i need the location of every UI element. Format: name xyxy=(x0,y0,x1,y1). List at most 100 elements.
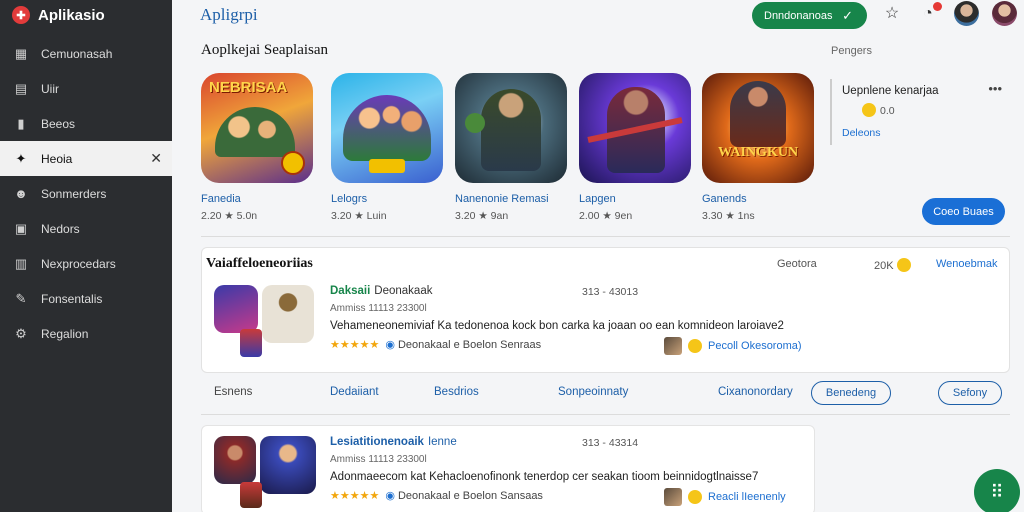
review-image[interactable] xyxy=(240,482,262,508)
review-author[interactable]: Daksaii Deonakaak xyxy=(330,285,432,297)
app-name: Fanedia xyxy=(201,193,241,205)
reviews-label: Geotora xyxy=(777,258,817,270)
divider xyxy=(201,414,1010,415)
app-card[interactable]: Lelogrs 3.20 ★ Luin xyxy=(331,73,449,222)
review-text: Adonmaeecom kat Kehacloenofinonk tenerdo… xyxy=(330,471,759,483)
featured-section-title: Aoplkejai Seaplaisan xyxy=(201,42,329,58)
reviews-link[interactable]: Wenoebmak xyxy=(936,258,998,270)
tab-cixanonordary[interactable]: Cixanonordary xyxy=(718,386,793,398)
sidebar-nav: ▦ Cemuonasah ▤ Uiir ▮ Beeos ✦ Heoia ✕ ☻ … xyxy=(0,36,172,351)
sidebar-item-label: Beeos xyxy=(41,116,76,131)
sidebar-item-heoia[interactable]: ✦ Heoia ✕ xyxy=(0,141,172,176)
sidebar-item-label: Nedors xyxy=(41,221,80,236)
promo-rating: 0.0 xyxy=(862,103,1008,117)
tab-sefony[interactable]: Sefony xyxy=(938,381,1002,405)
tab-esnens[interactable]: Esnens xyxy=(214,386,252,398)
review-user[interactable]: Pecoll Okesoroma) xyxy=(664,337,802,355)
app-meta: 3.20 ★ 9an xyxy=(455,210,509,222)
star-outline-icon[interactable]: ☆ xyxy=(882,4,902,24)
tab-dedaiiant[interactable]: Dedaiiant xyxy=(330,386,379,398)
floating-action-button[interactable]: ⠿ xyxy=(974,469,1020,512)
app-card[interactable]: WAINGKUN Ganends 3.30 ★ 1ns xyxy=(702,73,820,222)
sidebar-item-sonmerders[interactable]: ☻ Sonmerders xyxy=(0,176,172,211)
review-user[interactable]: Reacli lIeenenly xyxy=(664,488,786,506)
brand[interactable]: ✚ Aplikasio xyxy=(0,0,172,30)
notification-dot xyxy=(933,2,942,11)
review-image[interactable] xyxy=(262,285,314,343)
promo-panel: Uepnlene kenarjaa 0.0 Deleons ••• xyxy=(830,79,1008,145)
app-name: Nanenonie Remasi xyxy=(455,193,549,205)
avatar[interactable] xyxy=(954,1,979,26)
tool-icon: ✎ xyxy=(15,290,27,306)
profile-avatar[interactable] xyxy=(992,1,1017,26)
tab-benedeng[interactable]: Benedeng xyxy=(811,381,891,405)
app-name: Ganends xyxy=(702,193,747,205)
review-item: Lesiatitionenoaik Ienne 313 - 43314 Ammis… xyxy=(214,436,809,512)
reviews-title: Vaiaffeloeneoriias xyxy=(206,256,313,271)
emoji-icon xyxy=(862,103,876,117)
review-tag: Ienne xyxy=(427,436,457,448)
coin-icon xyxy=(281,151,305,175)
brand-logo-icon: ✚ xyxy=(12,6,30,24)
review-images xyxy=(214,436,322,512)
review-image[interactable] xyxy=(214,436,256,484)
sidebar-item-label: Heoia xyxy=(41,151,73,166)
review-card: Lesiatitionenoaik Ienne 313 - 43314 Ammis… xyxy=(201,425,815,512)
grid-menu-icon: ⠿ xyxy=(990,481,1004,502)
review-stars: ★★★★★ ◉ Deonakaal e Boelon Sansaas xyxy=(330,490,543,502)
sidebar-item-nexprocedars[interactable]: ▥ Nexprocedars xyxy=(0,246,172,281)
app-thumbnail xyxy=(455,73,567,183)
close-icon[interactable]: ✕ xyxy=(150,150,162,167)
bell-icon[interactable]: ◔ xyxy=(918,2,942,24)
app-name: Lelogrs xyxy=(331,193,368,205)
games-icon: ✦ xyxy=(15,150,27,166)
app-card[interactable]: NEBRISAA Fanedia 2.20 ★ 5.0n xyxy=(201,73,319,222)
sidebar-item-cemuonasah[interactable]: ▦ Cemuonasah xyxy=(0,36,172,71)
tab-sonpeoinnaty[interactable]: Sonpeoinnaty xyxy=(558,386,628,398)
check-icon: ✓ xyxy=(842,7,853,23)
page-title: Apligrpi xyxy=(200,5,258,24)
app-thumbnail xyxy=(579,73,691,183)
chart-icon: ▥ xyxy=(14,255,28,271)
review-images xyxy=(214,285,322,365)
settings-icon: ⚙ xyxy=(15,325,27,341)
sidebar-item-label: Sonmerders xyxy=(41,186,107,201)
emoji-icon xyxy=(688,490,702,504)
reviews-count: 20K xyxy=(874,258,911,272)
tab-besdrios[interactable]: Besdrios xyxy=(434,386,479,398)
sidebar-item-uiir[interactable]: ▤ Uiir xyxy=(0,71,172,106)
review-text: Vehameneonemiviaf Ka tedonenoa kock bon … xyxy=(330,320,784,332)
people-icon: ☻ xyxy=(14,185,28,201)
review-image[interactable] xyxy=(214,285,258,333)
app-meta: 3.20 ★ Luin xyxy=(331,210,387,222)
download-button-label: Dnndonanoas xyxy=(764,9,833,22)
app-meta: 3.30 ★ 1ns xyxy=(702,210,755,222)
app-card[interactable]: Nanenonie Remasi 3.20 ★ 9an xyxy=(455,73,573,222)
verified-icon: ◉ xyxy=(385,490,395,502)
review-image[interactable] xyxy=(240,329,262,357)
sidebar: ✚ Aplikasio ▦ Cemuonasah ▤ Uiir ▮ Beeos … xyxy=(0,0,172,512)
review-date: 313 - 43314 xyxy=(582,437,639,449)
sidebar-item-beeos[interactable]: ▮ Beeos xyxy=(0,106,172,141)
app-thumbnail: NEBRISAA xyxy=(201,73,313,183)
promo-link[interactable]: Deleons xyxy=(842,127,1008,139)
review-author[interactable]: Lesiatitionenoaik Ienne xyxy=(330,436,457,448)
tab-bar: Esnens Dedaiiant Besdrios Sonpeoinnaty C… xyxy=(201,380,1010,406)
review-subline: Ammiss 11113 23300l xyxy=(330,303,427,314)
book-icon: ▮ xyxy=(17,115,25,131)
more-options-icon[interactable]: ••• xyxy=(988,81,1002,96)
promo-label: Pengers xyxy=(831,45,872,57)
sidebar-item-fonsentalis[interactable]: ✎ Fonsentalis xyxy=(0,281,172,316)
app-thumbnail xyxy=(331,73,443,183)
app-art-title: WAINGKUN xyxy=(717,145,799,160)
app-meta: 2.20 ★ 5.0n xyxy=(201,210,258,222)
app-card[interactable]: Lapgen 2.00 ★ 9en xyxy=(579,73,697,222)
open-button[interactable]: Coeo Buaes xyxy=(922,198,1005,225)
sidebar-item-nedors[interactable]: ▣ Nedors xyxy=(0,211,172,246)
review-tag: Deonakaak xyxy=(374,285,433,297)
download-button[interactable]: Dnndonanoas ✓ xyxy=(752,2,867,29)
sidebar-item-regalion[interactable]: ⚙ Regalion xyxy=(0,316,172,351)
avatar xyxy=(664,488,682,506)
review-image[interactable] xyxy=(260,436,316,494)
review-subline: Ammiss 11113 23300l xyxy=(330,454,427,465)
